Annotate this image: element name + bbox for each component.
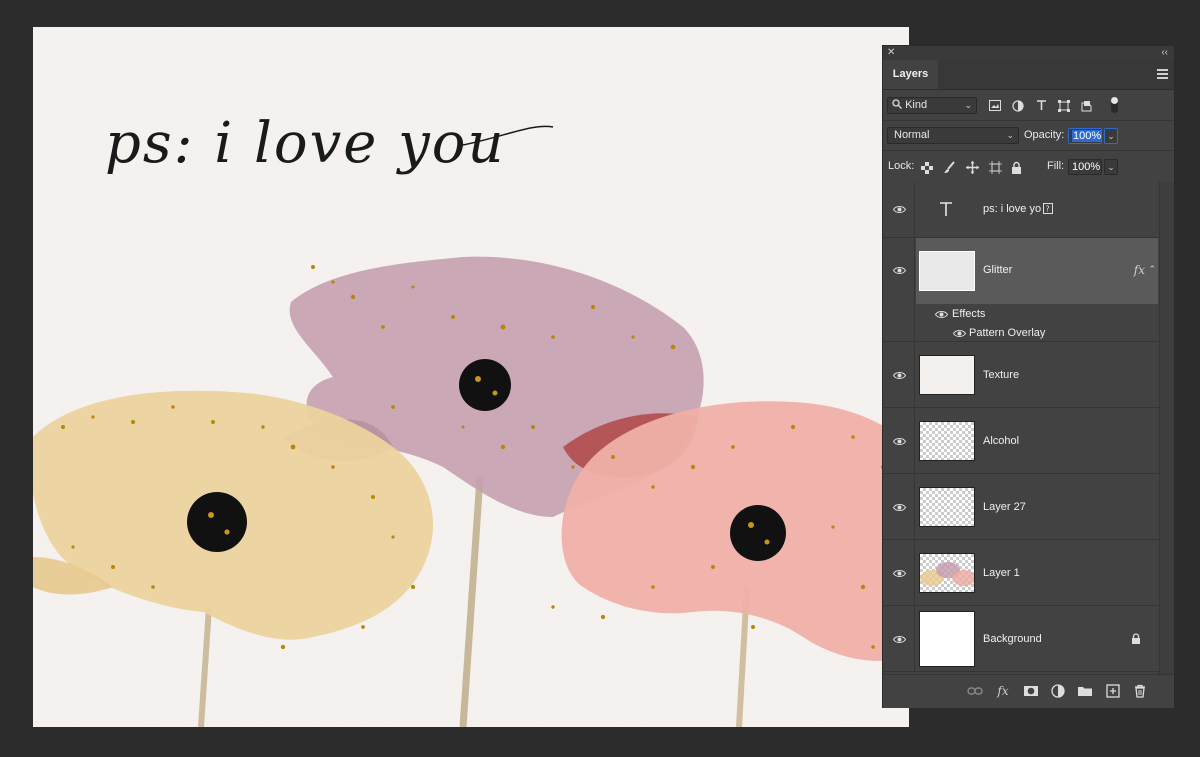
panel-menu-icon[interactable] [1157,69,1168,81]
layer-effect-pattern-overlay[interactable]: Pattern Overlay [883,324,1174,342]
panel-titlebar: ✕ ‹‹ [883,46,1174,60]
layers-panel: ✕ ‹‹ Layers Kind ⌄ Normal ⌄ Opacity: 100… [882,45,1175,708]
lock-position-icon[interactable] [966,161,979,174]
search-icon [892,99,902,109]
visibility-eye-icon[interactable] [893,635,906,644]
filter-row: Kind ⌄ [883,90,1174,121]
lock-row: Lock: Fill: 100% ⌄ [883,151,1174,183]
visibility-eye-icon[interactable] [893,437,906,446]
lock-label: Lock: [888,160,915,172]
link-layers-icon[interactable] [967,683,983,699]
visibility-eye-icon[interactable] [935,310,948,319]
layer-name[interactable]: Alcohol [983,435,1019,447]
missing-font-warning-icon: ? [1043,203,1053,214]
new-group-icon[interactable] [1077,683,1093,699]
filter-toggle-icon[interactable] [1110,96,1119,114]
layers-bottom-toolbar: fx [883,674,1174,708]
panel-tab-row: Layers [883,60,1174,90]
opacity-label: Opacity: [1024,129,1065,141]
tab-layers[interactable]: Layers [883,60,938,89]
layers-list: ps: i love yo ? Glitter fx ⌃ Effects Pat… [883,182,1174,674]
delete-layer-icon[interactable] [1132,683,1148,699]
effects-label: Effects [952,308,986,320]
fill-value: 100% [1072,161,1101,173]
blend-mode-dropdown[interactable]: Normal ⌄ [887,127,1019,144]
visibility-eye-icon[interactable] [893,371,906,380]
layer-thumbnail[interactable] [919,611,975,667]
opacity-slider-toggle[interactable]: ⌄ [1104,128,1118,144]
thumbnail-flowers [920,562,976,586]
opacity-input[interactable]: 100% [1068,128,1103,144]
document-canvas[interactable]: ps: i love you [33,27,909,727]
new-layer-icon[interactable] [1105,683,1121,699]
layer-row-alcohol[interactable]: Alcohol [883,408,1174,474]
kind-filter-dropdown[interactable]: Kind ⌄ [887,97,977,114]
visibility-eye-icon[interactable] [953,329,966,338]
fill-slider-toggle[interactable]: ⌄ [1104,159,1118,175]
layer-thumbnail[interactable] [919,553,976,593]
layer-effects-header[interactable]: Effects [883,304,1174,324]
lock-all-icon[interactable] [1011,161,1022,174]
layer-row-layer-27[interactable]: Layer 27 [883,474,1174,540]
type-filter-icon[interactable] [1036,100,1047,111]
layer-thumbnail[interactable] [919,355,975,395]
layer-row-type[interactable]: ps: i love yo ? [883,182,1174,238]
type-layer-icon [940,202,952,216]
visibility-eye-icon[interactable] [893,503,906,512]
lock-image-pixels-icon[interactable] [944,161,956,174]
close-panel-icon[interactable]: ✕ [887,46,895,60]
layer-row-layer-1[interactable]: Layer 1 [883,540,1174,606]
collapse-panel-icon[interactable]: ‹‹ [1161,46,1168,60]
layer-effects-icon[interactable]: fx [1134,263,1145,277]
visibility-eye-icon[interactable] [893,266,906,275]
chevron-down-icon: ⌄ [964,100,972,110]
effect-name: Pattern Overlay [969,327,1046,339]
layer-lock-icon [1132,633,1140,644]
layer-thumbnail[interactable] [919,421,975,461]
handwriting-text: ps: i love you [105,111,506,176]
layer-name[interactable]: Layer 27 [983,501,1026,513]
layer-name[interactable]: Texture [983,369,1019,381]
adjustment-filter-icon[interactable] [1012,100,1024,112]
layer-thumbnail[interactable] [919,251,975,291]
layer-name[interactable]: Background [983,633,1042,645]
visibility-eye-icon[interactable] [893,569,906,578]
layer-name[interactable]: Glitter [983,264,1012,276]
canvas-artwork: ps: i love you [33,27,909,727]
layer-thumbnail[interactable] [919,487,975,527]
layer-row-glitter[interactable]: Glitter fx ⌃ [883,238,1174,304]
layer-name[interactable]: Layer 1 [983,567,1020,579]
chevron-down-icon: ⌄ [1006,130,1014,140]
fill-input[interactable]: 100% [1068,159,1102,175]
fill-label: Fill: [1047,160,1065,172]
layers-scrollbar[interactable] [1159,182,1174,674]
opacity-value: 100% [1072,130,1103,142]
add-mask-icon[interactable] [1023,683,1039,699]
add-style-icon[interactable]: fx [995,683,1011,699]
layer-row-texture[interactable]: Texture [883,342,1174,408]
blend-mode-value: Normal [894,129,930,141]
lock-transparent-pixels-icon[interactable] [921,162,933,174]
new-adjustment-icon[interactable] [1050,683,1066,699]
svg-text:?: ? [1046,205,1050,214]
kind-filter-label: Kind [905,99,928,111]
layer-name[interactable]: ps: i love yo [983,203,1041,215]
visibility-eye-icon[interactable] [893,205,906,214]
layer-row-background[interactable]: Background [883,606,1174,672]
blend-row: Normal ⌄ Opacity: 100% ⌄ [883,121,1174,151]
lock-artboard-icon[interactable] [989,161,1002,174]
collapse-effects-icon[interactable]: ⌃ [1148,264,1156,275]
shape-filter-icon[interactable] [1058,100,1070,112]
image-filter-icon[interactable] [989,100,1001,111]
smart-object-filter-icon[interactable] [1081,100,1092,112]
